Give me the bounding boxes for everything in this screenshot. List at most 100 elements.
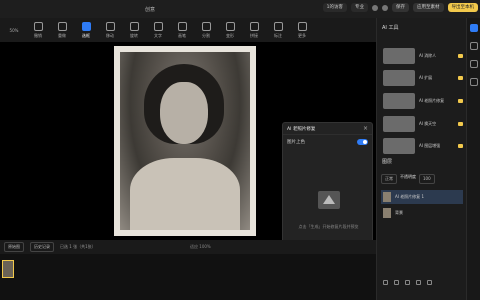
tool-join[interactable]: 拼接: [242, 19, 266, 41]
rotate-icon: [129, 21, 139, 31]
fit-info[interactable]: 适应 100%: [190, 244, 211, 250]
ai-tools-icon[interactable]: [469, 24, 478, 32]
join-icon: [249, 21, 259, 31]
toolbar: 50% 撤销 重做 选框 移动 旋转 文字 画笔 分割 变形 拼接 标注 更多: [0, 18, 376, 42]
zoom-value: 50%: [9, 27, 19, 33]
ai-tool-thumbnail: [383, 48, 415, 64]
layers-title: 图层: [382, 159, 393, 165]
blend-mode-select[interactable]: 正常: [381, 174, 397, 184]
group-icon[interactable]: [394, 280, 399, 285]
tool-label: 画笔: [178, 32, 186, 38]
pro-badge: [458, 54, 463, 58]
settings-icon[interactable]: [372, 4, 378, 11]
app-title: 创意: [144, 6, 155, 13]
account-button[interactable]: 1的访客: [322, 3, 347, 12]
selection-info: 已选 1 张（共1张）: [60, 244, 96, 249]
ai-tool-thumbnail: [383, 138, 415, 154]
move-icon: [105, 21, 115, 31]
mask-icon[interactable]: [405, 280, 410, 285]
right-sidebar: AI 工具 AI 消除人 AI 扩展 AI 老照片修复 AI 换天空 AI 图层…: [376, 18, 466, 300]
photo-body-shape: [130, 158, 240, 230]
ai-tool-thumbnail: [383, 116, 415, 132]
ai-tool-thumbnail: [383, 93, 415, 109]
layer-thumbnail: [383, 208, 391, 218]
redo-icon: [57, 21, 67, 31]
delete-icon[interactable]: [427, 280, 432, 285]
info-icon[interactable]: [469, 78, 478, 86]
tool-split[interactable]: 分割: [194, 19, 218, 41]
effects-icon[interactable]: [469, 60, 478, 68]
layer-item[interactable]: 背景: [381, 206, 463, 220]
more-icon: [297, 21, 307, 31]
tool-warp[interactable]: 变形: [218, 19, 242, 41]
photo-content: [120, 52, 250, 230]
pro-badge: [458, 76, 463, 80]
ai-tool-item[interactable]: AI 消除人: [383, 48, 463, 64]
ai-tool-item[interactable]: AI 换天空: [383, 116, 463, 132]
ai-tool-label: AI 扩展: [419, 75, 433, 80]
tool-select[interactable]: 选框: [74, 19, 98, 41]
ai-tools-title: AI 工具: [382, 25, 399, 31]
photo-face-shape: [160, 82, 208, 144]
colorize-label: 图片上色: [287, 140, 305, 145]
add-layer-icon[interactable]: [383, 280, 388, 285]
pro-badge: [458, 99, 463, 103]
colorize-toggle[interactable]: [357, 139, 368, 145]
ai-tool-item[interactable]: AI 扩展: [383, 70, 463, 86]
zoom-control[interactable]: 50%: [2, 19, 26, 41]
adjust-icon[interactable]: [416, 280, 421, 285]
layer-controls: 正常 不透明度 100: [381, 174, 463, 184]
tool-label: 撤销: [34, 32, 42, 38]
tool-label: 标注: [274, 32, 282, 38]
filmstrip-thumbnail[interactable]: [2, 260, 14, 278]
tool-redo[interactable]: 重做: [50, 19, 74, 41]
colorize-option: 图片上色: [283, 135, 372, 149]
tool-label: 分割: [202, 32, 210, 38]
canvas[interactable]: AI 老照片修复 × 图片上色 点击「生成」开始修复片段并预览 免费 生成: [0, 42, 376, 282]
tool-text[interactable]: 文字: [146, 19, 170, 41]
upgrade-button[interactable]: 专业: [351, 3, 368, 12]
tool-annotate[interactable]: 标注: [266, 19, 290, 41]
adjust-panel-icon[interactable]: [469, 42, 478, 50]
tool-label: 旋转: [130, 32, 138, 38]
opacity-input[interactable]: 100: [419, 174, 435, 184]
layer-actions: [383, 280, 432, 285]
split-icon: [201, 21, 211, 31]
ai-tool-item[interactable]: AI 老照片修复: [383, 93, 463, 109]
layer-item[interactable]: AI 老照片修复 1: [381, 190, 463, 204]
tool-label: 选框: [82, 32, 90, 38]
apply-button[interactable]: 应用至素材: [413, 3, 444, 12]
tool-more[interactable]: 更多: [290, 19, 314, 41]
ai-tool-label: AI 图层增强: [419, 143, 441, 148]
select-icon: [81, 21, 91, 31]
annotate-icon: [273, 21, 283, 31]
close-icon[interactable]: ×: [363, 125, 368, 132]
photo-image[interactable]: [114, 46, 256, 236]
layer-label: 背景: [395, 210, 403, 215]
tool-move[interactable]: 移动: [98, 19, 122, 41]
panel-hint: 点击「生成」开始修复片段并预览: [298, 224, 359, 229]
app-window: 创意 1的访客 专业 保存 应用至素材 导出至本机 50% 撤销 重做 选框 移…: [0, 0, 480, 300]
export-button[interactable]: 导出至本机: [447, 3, 478, 12]
ai-tool-item[interactable]: AI 图层增强: [383, 138, 463, 154]
tool-undo[interactable]: 撤销: [26, 19, 50, 41]
ai-tool-thumbnail: [383, 70, 415, 86]
original-button[interactable]: 原始图: [4, 242, 24, 252]
image-placeholder-icon: [318, 191, 340, 209]
tool-label: 更多: [298, 32, 306, 38]
tool-label: 文字: [154, 32, 162, 38]
ai-tool-label: AI 换天空: [419, 121, 437, 126]
avatar[interactable]: [382, 4, 388, 11]
pro-badge: [458, 144, 463, 148]
save-button[interactable]: 保存: [392, 3, 409, 12]
layer-label: AI 老照片修复 1: [395, 194, 425, 199]
tool-brush[interactable]: 画笔: [170, 19, 194, 41]
title-bar: 创意 1的访客 专业 保存 应用至素材 导出至本机: [0, 0, 480, 18]
history-button[interactable]: 历史记录: [30, 242, 54, 252]
brush-icon: [177, 21, 187, 31]
status-bar: 原始图 历史记录 已选 1 张（共1张） 适应 100%: [0, 240, 376, 254]
ai-tool-label: AI 消除人: [419, 53, 437, 58]
tool-rotate[interactable]: 旋转: [122, 19, 146, 41]
text-icon: [153, 21, 163, 31]
panel-title: AI 老照片修复: [287, 126, 316, 132]
